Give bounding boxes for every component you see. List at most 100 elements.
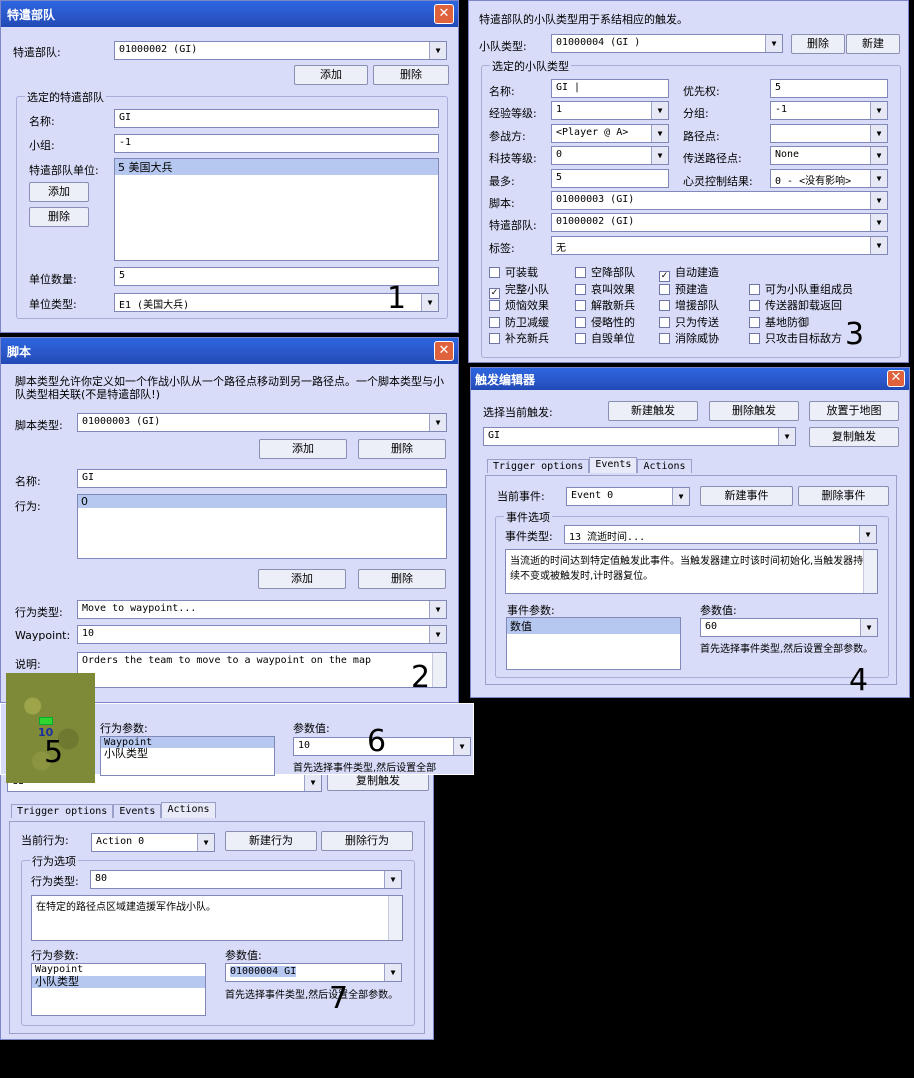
tab-trigger-options[interactable]: Trigger options <box>487 459 590 473</box>
checkbox-icon[interactable] <box>749 316 760 328</box>
units-list[interactable]: 5 美国大兵 <box>114 158 439 261</box>
option-checkbox[interactable]: 传送器卸载返回 <box>749 297 842 313</box>
place-on-map-button[interactable]: 放置于地图 <box>809 401 899 421</box>
name-field[interactable]: GI <box>114 109 439 128</box>
new-teamtype-button[interactable]: 新建 <box>846 34 900 54</box>
checkbox-icon[interactable] <box>575 316 586 328</box>
close-icon[interactable]: ✕ <box>887 370 905 387</box>
tab-trigger-options[interactable]: Trigger options <box>11 804 114 818</box>
checkbox-icon[interactable] <box>749 300 760 311</box>
option-checkbox[interactable]: ✓ 完整小队 <box>489 281 549 299</box>
option-checkbox[interactable]: 增援部队 <box>659 297 719 313</box>
delete-trigger-button[interactable]: 删除触发 <box>709 401 799 421</box>
add-script-button[interactable]: 添加 <box>259 439 347 459</box>
checkbox-icon[interactable] <box>659 333 670 344</box>
param-value-select[interactable]: 01000004 GI <box>225 963 402 982</box>
checkbox-icon[interactable] <box>489 333 500 344</box>
tab-events[interactable]: Events <box>589 457 638 473</box>
option-checkbox[interactable]: 防卫减缓 <box>489 314 549 330</box>
scrollbar[interactable] <box>388 896 402 940</box>
option-checkbox[interactable]: 基地防御 <box>749 314 809 330</box>
checkbox-icon[interactable] <box>575 300 586 311</box>
checkbox-icon[interactable] <box>659 316 670 328</box>
tech-select[interactable]: 0 <box>551 146 669 165</box>
max-field[interactable]: 5 <box>551 169 669 188</box>
delete-teamtype-button[interactable]: 删除 <box>791 34 845 54</box>
script-select[interactable]: 01000003 (GI) <box>551 191 888 210</box>
list-item[interactable]: 小队类型 <box>32 976 205 988</box>
action-type-select[interactable]: 80 <box>90 870 402 889</box>
checkbox-icon[interactable] <box>575 267 586 278</box>
param-value-select[interactable]: 60 <box>700 618 878 637</box>
checkbox-icon[interactable] <box>575 333 586 344</box>
waypoint-select[interactable]: 10 <box>77 625 447 644</box>
option-checkbox[interactable]: 可装载 <box>489 264 538 280</box>
delete-taskforce-button[interactable]: 删除 <box>373 65 449 85</box>
event-type-select[interactable]: 13 流逝时间... <box>564 525 877 544</box>
transport-waypoint-select[interactable]: None <box>770 146 888 165</box>
option-checkbox[interactable]: 自毁单位 <box>575 330 635 346</box>
option-checkbox[interactable]: 可为小队重组成员 <box>749 281 853 297</box>
script-type-select[interactable]: 01000003 (GI) <box>77 413 447 432</box>
option-checkbox[interactable]: 消除威协 <box>659 330 719 346</box>
scrollbar[interactable] <box>863 550 877 593</box>
option-checkbox[interactable]: 侵略性的 <box>575 314 635 330</box>
checkbox-icon[interactable] <box>659 300 670 311</box>
option-checkbox[interactable]: ✓ 自动建造 <box>659 264 719 282</box>
taskforce-select[interactable]: 01000002 (GI) <box>114 41 447 60</box>
current-action-select[interactable]: Action 0 <box>91 833 215 852</box>
delete-unit-button[interactable]: 删除 <box>29 207 89 227</box>
checkbox-icon[interactable] <box>489 267 500 278</box>
copy-trigger-button[interactable]: 复制触发 <box>809 427 899 447</box>
delete-event-button[interactable]: 删除事件 <box>798 486 889 506</box>
tab-events[interactable]: Events <box>113 804 162 818</box>
taskforce-select[interactable]: 01000002 (GI) <box>551 213 888 232</box>
tab-actions[interactable]: Actions <box>161 802 216 818</box>
priority-field[interactable]: 5 <box>770 79 888 98</box>
close-icon[interactable]: ✕ <box>434 4 454 24</box>
option-checkbox[interactable]: 解散新兵 <box>575 297 635 313</box>
subgroup-field[interactable]: -1 <box>114 134 439 153</box>
checkbox-icon[interactable] <box>659 283 670 295</box>
checkbox-icon[interactable] <box>575 283 586 295</box>
list-item[interactable]: 数值 <box>507 618 680 634</box>
scrollbar[interactable] <box>432 653 446 687</box>
option-checkbox[interactable]: 预建造 <box>659 281 708 297</box>
option-checkbox[interactable]: 只攻击目标敌方 <box>749 330 842 346</box>
trigger-select[interactable]: GI <box>483 427 796 446</box>
side-select[interactable]: <Player @ A> <box>551 124 669 143</box>
close-icon[interactable]: ✕ <box>434 341 454 361</box>
list-item[interactable]: 0 <box>78 495 446 508</box>
option-checkbox[interactable]: 空降部队 <box>575 264 635 280</box>
delete-script-button[interactable]: 删除 <box>358 439 446 459</box>
checkbox-icon[interactable] <box>749 333 760 344</box>
option-checkbox[interactable]: 烦恼效果 <box>489 297 549 313</box>
option-checkbox[interactable]: 只为传送 <box>659 314 719 330</box>
tab-actions[interactable]: Actions <box>637 459 692 473</box>
mind-control-select[interactable]: 0 - <没有影响> <box>770 169 888 188</box>
option-checkbox[interactable]: 哀叫效果 <box>575 281 635 297</box>
new-action-button[interactable]: 新建行为 <box>225 831 317 851</box>
option-checkbox[interactable]: 补充新兵 <box>489 330 549 346</box>
group-select[interactable]: -1 <box>770 101 888 120</box>
tag-select[interactable]: 无 <box>551 236 888 255</box>
checkbox-icon[interactable] <box>749 283 760 295</box>
action-param-list[interactable]: Waypoint 小队类型 <box>31 963 206 1016</box>
list-item[interactable]: 5 美国大兵 <box>115 159 438 175</box>
current-event-select[interactable]: Event 0 <box>566 487 690 506</box>
add-unit-button[interactable]: 添加 <box>29 182 89 202</box>
action-param-list[interactable]: Waypoint 小队类型 <box>100 736 275 776</box>
teamtype-select[interactable]: 01000004 (GI ) <box>551 34 783 53</box>
action-type-select[interactable]: Move to waypoint... <box>77 600 447 619</box>
list-item[interactable]: 小队类型 <box>101 748 274 759</box>
add-taskforce-button[interactable]: 添加 <box>294 65 368 85</box>
checkbox-icon[interactable] <box>489 300 500 311</box>
action-list[interactable]: 0 <box>77 494 447 559</box>
new-event-button[interactable]: 新建事件 <box>700 486 793 506</box>
name-field[interactable]: GI | <box>551 79 669 98</box>
delete-action-button[interactable]: 删除 <box>358 569 446 589</box>
waypoint-select[interactable] <box>770 124 888 143</box>
delete-action-button[interactable]: 删除行为 <box>321 831 413 851</box>
script-name-field[interactable]: GI <box>77 469 447 488</box>
experience-select[interactable]: 1 <box>551 101 669 120</box>
